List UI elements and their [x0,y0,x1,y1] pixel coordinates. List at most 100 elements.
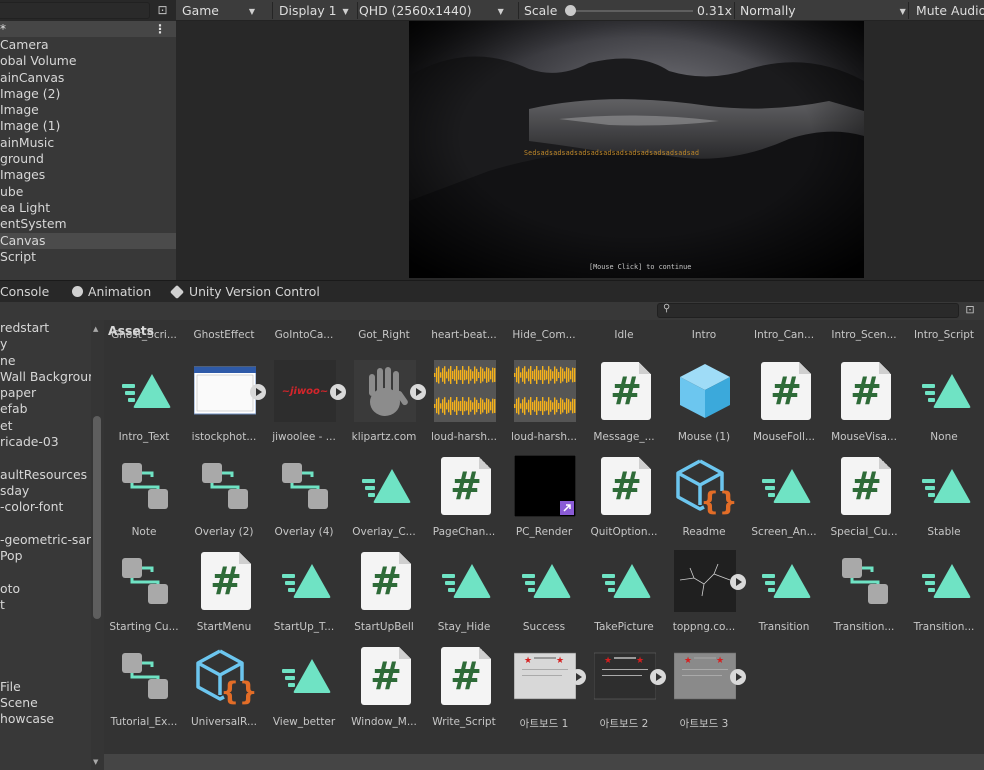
hierarchy-item[interactable]: entSystem [0,216,176,232]
folder-tree-item[interactable] [0,564,91,580]
folder-tree-item[interactable] [0,613,91,629]
hierarchy-item[interactable]: Images [0,167,176,183]
asset-label[interactable]: heart-beat... [424,329,504,341]
asset-tile[interactable]: ~jiwoo~ jiwoolee - ... [264,360,346,455]
scene-header-row[interactable]: * ⋮ [0,21,176,37]
asset-tile[interactable]: View_better [264,645,344,740]
folder-tree-item[interactable] [0,630,91,646]
asset-tile[interactable]: Stay_Hide [424,550,504,645]
asset-tile[interactable]: # Special_Cu... [824,455,904,550]
folder-tree-item[interactable] [0,662,91,678]
asset-tile[interactable]: Success [504,550,584,645]
lock-icon[interactable]: ⊡ [963,303,977,317]
asset-tile[interactable]: Note [104,455,184,550]
asset-tile[interactable]: # Write_Script [424,645,504,740]
view-dropdown[interactable]: Game ▼ [182,0,255,21]
asset-tile[interactable]: ★ ★ 아트보드 3 [664,645,746,740]
asset-tile[interactable]: Screen_An... [744,455,824,550]
asset-tile[interactable]: ★ ★ 아트보드 2 [584,645,666,740]
folder-tree-item[interactable]: oto [0,581,91,597]
asset-label[interactable]: Ghost_Scri... [104,329,184,341]
tree-scrollbar-thumb[interactable] [93,416,101,619]
asset-tile[interactable]: Mouse (1) [664,360,744,455]
asset-tile[interactable]: {} Readme [664,455,744,550]
asset-tile[interactable]: Overlay (4) [264,455,344,550]
asset-tile[interactable]: # StartUpBell [344,550,424,645]
hierarchy-item[interactable]: Image [0,102,176,118]
asset-tile[interactable]: Overlay_C... [344,455,424,550]
asset-tile[interactable]: # StartMenu [184,550,264,645]
asset-tile[interactable]: StartUp_T... [264,550,344,645]
asset-tile[interactable]: # Message_... [584,360,664,455]
tab-version-control[interactable]: Unity Version Control [169,281,320,303]
asset-tile[interactable]: Stable [904,455,984,550]
folder-tree-item[interactable]: paper [0,385,91,401]
asset-tile[interactable]: Transition [744,550,824,645]
asset-tile[interactable]: Starting Cu... [104,550,184,645]
asset-tile[interactable]: None [904,360,984,455]
asset-tile[interactable]: # MouseVisa... [824,360,904,455]
hierarchy-item[interactable]: Canvas [0,232,176,249]
folder-tree-item[interactable] [0,646,91,662]
asset-label[interactable]: Intro_Can... [744,329,824,341]
game-render-canvas[interactable]: Sedsadsadsadsadsadsadsadsadsadsadsadsads… [409,21,864,278]
hierarchy-item[interactable]: ainCanvas [0,70,176,86]
asset-label[interactable]: Intro [664,329,744,341]
lock-icon[interactable]: ⊡ [155,3,170,18]
project-search-input[interactable]: ⚲ [657,303,959,318]
asset-tile[interactable]: TakePicture [584,550,664,645]
hierarchy-item[interactable]: ea Light [0,200,176,216]
play-mode-dropdown[interactable]: Normally ▼ [740,0,906,21]
scroll-up-icon[interactable]: ▲ [93,325,98,333]
folder-tree-item[interactable]: t [0,597,91,613]
folder-tree-item[interactable]: et [0,418,91,434]
asset-tile[interactable]: Overlay (2) [184,455,264,550]
play-icon[interactable] [730,669,746,685]
asset-tile[interactable]: # QuitOption... [584,455,664,550]
asset-tile[interactable]: # Window_M... [344,645,424,740]
hierarchy-item[interactable]: Image (2) [0,86,176,102]
folder-tree-item[interactable]: sday [0,483,91,499]
hierarchy-item[interactable]: Script [0,249,176,265]
hierarchy-item[interactable]: ainMusic [0,135,176,151]
hierarchy-item[interactable]: Image (1) [0,118,176,134]
folder-tree-item[interactable]: y [0,336,91,352]
asset-tile[interactable]: Intro_Text [104,360,184,455]
folder-tree-item[interactable] [0,450,91,466]
asset-label[interactable]: Hide_Com... [504,329,584,341]
folder-tree-item[interactable]: -color-font [0,499,91,515]
asset-label[interactable]: Intro_Scen... [824,329,904,341]
folder-tree-item[interactable]: aultResources [0,467,91,483]
scroll-down-icon[interactable]: ▼ [93,758,98,766]
asset-label[interactable]: Got_Right [344,329,424,341]
resolution-dropdown[interactable]: QHD (2560x1440) ▼ [359,0,504,21]
asset-tile[interactable]: klipartz.com [344,360,426,455]
asset-tile[interactable]: # PageChan... [424,455,504,550]
display-dropdown[interactable]: Display 1 ▼ [279,0,349,21]
folder-tree-item[interactable]: redstart [0,320,91,336]
scale-slider-track[interactable] [571,10,693,12]
folder-tree-item[interactable]: Pop [0,548,91,564]
asset-tile[interactable]: Tutorial_Ex... [104,645,184,740]
tab-animation[interactable]: Animation [72,281,151,303]
hierarchy-item[interactable]: ube [0,184,176,200]
asset-tile[interactable]: PC_Render [504,454,584,550]
folder-tree-item[interactable] [0,516,91,532]
kebab-menu-icon[interactable]: ⋮ [154,21,166,37]
hierarchy-item[interactable]: obal Volume [0,53,176,69]
asset-label[interactable]: GoIntoCa... [264,329,344,341]
asset-tile[interactable]: toppng.co... [664,550,746,645]
tab-console[interactable]: Console [0,281,49,303]
folder-tree-item[interactable]: Wall Backgroun [0,369,96,385]
hierarchy-search-input[interactable] [0,2,150,19]
hierarchy-item[interactable]: ground [0,151,176,167]
asset-tile[interactable]: {} UniversalR... [184,645,264,740]
asset-tile[interactable]: loud-harsh... [504,360,584,455]
folder-tree-item[interactable]: howcase [0,711,91,727]
folder-tree-item[interactable]: ricade-03 [0,434,91,450]
asset-tile[interactable]: # MouseFoll... [744,360,824,455]
asset-tile[interactable]: istockphot... [184,360,266,455]
mute-audio-toggle[interactable]: Mute Audio [916,0,984,21]
asset-tile[interactable]: loud-harsh... [424,360,504,455]
asset-tile[interactable]: ★ ★ 아트보드 1 [504,645,586,740]
